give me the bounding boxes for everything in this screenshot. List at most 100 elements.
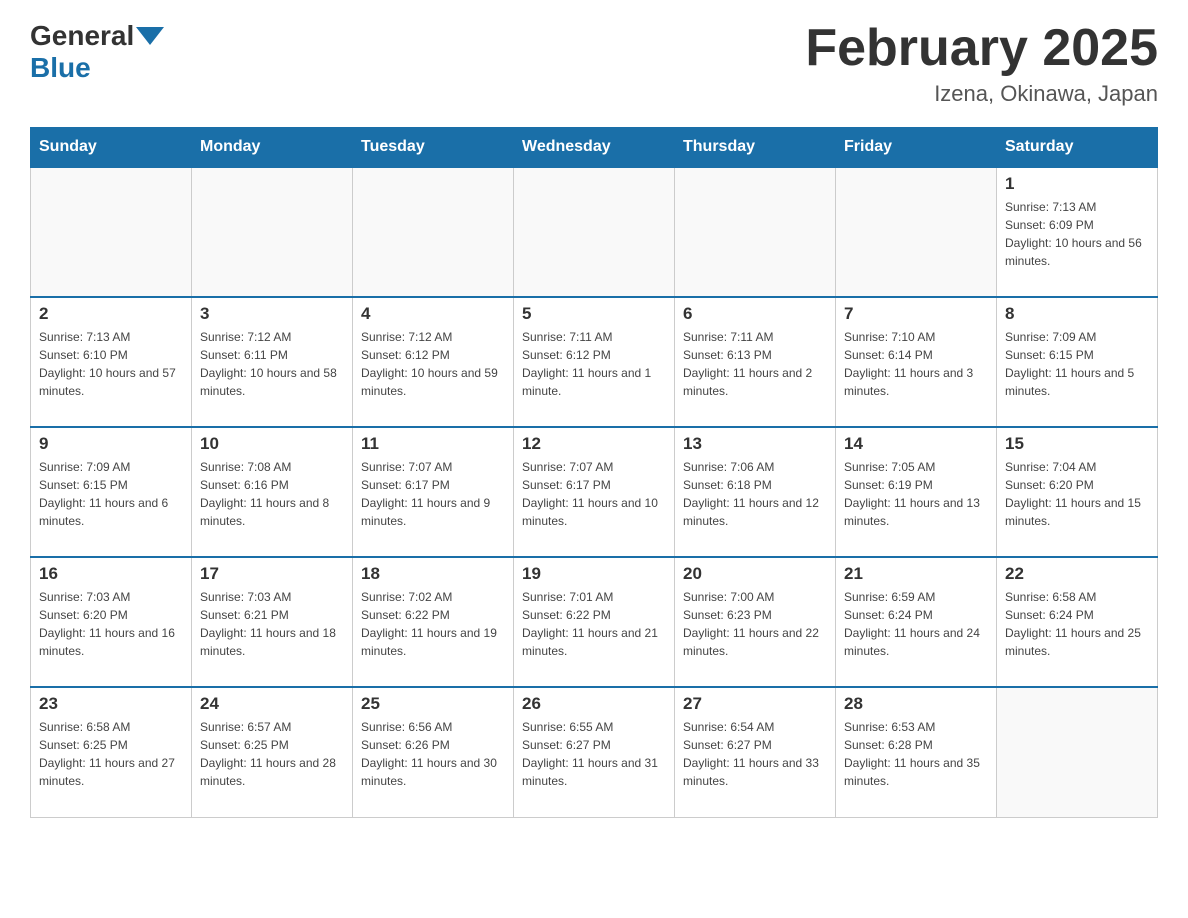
day-number: 28 xyxy=(844,694,988,714)
day-number: 9 xyxy=(39,434,183,454)
day-number: 25 xyxy=(361,694,505,714)
day-number: 27 xyxy=(683,694,827,714)
weekday-header-row: SundayMondayTuesdayWednesdayThursdayFrid… xyxy=(31,128,1158,168)
day-number: 11 xyxy=(361,434,505,454)
day-cell: 21 Sunrise: 6:59 AMSunset: 6:24 PMDayligh… xyxy=(836,557,997,687)
location-title: Izena, Okinawa, Japan xyxy=(805,81,1158,107)
day-info: Sunrise: 6:55 AMSunset: 6:27 PMDaylight:… xyxy=(522,718,666,790)
day-info: Sunrise: 6:58 AMSunset: 6:24 PMDaylight:… xyxy=(1005,588,1149,660)
day-number: 8 xyxy=(1005,304,1149,324)
day-number: 20 xyxy=(683,564,827,584)
day-number: 5 xyxy=(522,304,666,324)
day-info: Sunrise: 7:06 AMSunset: 6:18 PMDaylight:… xyxy=(683,458,827,530)
month-title: February 2025 xyxy=(805,20,1158,77)
day-cell: 3Sunrise: 7:12 AMSunset: 6:11 PMDaylight… xyxy=(192,297,353,427)
day-cell: 8 Sunrise: 7:09 AMSunset: 6:15 PMDaylight… xyxy=(997,297,1158,427)
day-info: Sunrise: 7:13 AMSunset: 6:09 PMDaylight:… xyxy=(1005,198,1149,270)
weekday-header-thursday: Thursday xyxy=(675,128,836,168)
day-cell: 22 Sunrise: 6:58 AMSunset: 6:24 PMDayligh… xyxy=(997,557,1158,687)
calendar-table: SundayMondayTuesdayWednesdayThursdayFrid… xyxy=(30,127,1158,818)
day-cell: 20 Sunrise: 7:00 AMSunset: 6:23 PMDayligh… xyxy=(675,557,836,687)
day-cell: 6 Sunrise: 7:11 AMSunset: 6:13 PMDaylight… xyxy=(675,297,836,427)
day-cell: 17 Sunrise: 7:03 AMSunset: 6:21 PMDayligh… xyxy=(192,557,353,687)
day-number: 19 xyxy=(522,564,666,584)
week-row-2: 2 Sunrise: 7:13 AMSunset: 6:10 PMDaylight… xyxy=(31,297,1158,427)
day-info: Sunrise: 6:54 AMSunset: 6:27 PMDaylight:… xyxy=(683,718,827,790)
day-cell xyxy=(836,167,997,297)
day-cell: 16Sunrise: 7:03 AMSunset: 6:20 PMDayligh… xyxy=(31,557,192,687)
day-info: Sunrise: 7:05 AMSunset: 6:19 PMDaylight:… xyxy=(844,458,988,530)
day-number: 2 xyxy=(39,304,183,324)
day-info: Sunrise: 7:11 AMSunset: 6:12 PMDaylight:… xyxy=(522,328,666,400)
day-cell: 25Sunrise: 6:56 AMSunset: 6:26 PMDayligh… xyxy=(353,687,514,817)
day-cell: 1 Sunrise: 7:13 AMSunset: 6:09 PMDaylight… xyxy=(997,167,1158,297)
week-row-3: 9 Sunrise: 7:09 AMSunset: 6:15 PMDaylight… xyxy=(31,427,1158,557)
day-info: Sunrise: 7:09 AMSunset: 6:15 PMDaylight:… xyxy=(39,458,183,530)
day-info: Sunrise: 7:03 AMSunset: 6:20 PMDaylight:… xyxy=(39,588,183,660)
day-cell: 5 Sunrise: 7:11 AMSunset: 6:12 PMDaylight… xyxy=(514,297,675,427)
day-info: Sunrise: 7:11 AMSunset: 6:13 PMDaylight:… xyxy=(683,328,827,400)
day-info: Sunrise: 6:58 AMSunset: 6:25 PMDaylight:… xyxy=(39,718,183,790)
day-number: 1 xyxy=(1005,174,1149,194)
day-cell: 28 Sunrise: 6:53 AMSunset: 6:28 PMDayligh… xyxy=(836,687,997,817)
day-info: Sunrise: 6:53 AMSunset: 6:28 PMDaylight:… xyxy=(844,718,988,790)
day-cell: 19 Sunrise: 7:01 AMSunset: 6:22 PMDayligh… xyxy=(514,557,675,687)
day-cell xyxy=(353,167,514,297)
day-info: Sunrise: 7:07 AMSunset: 6:17 PMDaylight:… xyxy=(522,458,666,530)
day-cell xyxy=(192,167,353,297)
day-cell: 26 Sunrise: 6:55 AMSunset: 6:27 PMDayligh… xyxy=(514,687,675,817)
title-block: February 2025 Izena, Okinawa, Japan xyxy=(805,20,1158,107)
day-cell: 14Sunrise: 7:05 AMSunset: 6:19 PMDayligh… xyxy=(836,427,997,557)
day-cell: 23 Sunrise: 6:58 AMSunset: 6:25 PMDayligh… xyxy=(31,687,192,817)
day-info: Sunrise: 7:10 AMSunset: 6:14 PMDaylight:… xyxy=(844,328,988,400)
day-cell: 13 Sunrise: 7:06 AMSunset: 6:18 PMDayligh… xyxy=(675,427,836,557)
day-info: Sunrise: 6:59 AMSunset: 6:24 PMDaylight:… xyxy=(844,588,988,660)
day-number: 3 xyxy=(200,304,344,324)
weekday-header-wednesday: Wednesday xyxy=(514,128,675,168)
logo-blue: Blue xyxy=(30,52,91,84)
day-info: Sunrise: 7:02 AMSunset: 6:22 PMDaylight:… xyxy=(361,588,505,660)
day-cell: 2 Sunrise: 7:13 AMSunset: 6:10 PMDaylight… xyxy=(31,297,192,427)
day-number: 10 xyxy=(200,434,344,454)
weekday-header-saturday: Saturday xyxy=(997,128,1158,168)
day-info: Sunrise: 7:03 AMSunset: 6:21 PMDaylight:… xyxy=(200,588,344,660)
day-number: 26 xyxy=(522,694,666,714)
day-number: 21 xyxy=(844,564,988,584)
day-cell: 9 Sunrise: 7:09 AMSunset: 6:15 PMDaylight… xyxy=(31,427,192,557)
day-number: 7 xyxy=(844,304,988,324)
day-info: Sunrise: 7:01 AMSunset: 6:22 PMDaylight:… xyxy=(522,588,666,660)
day-info: Sunrise: 7:09 AMSunset: 6:15 PMDaylight:… xyxy=(1005,328,1149,400)
day-number: 6 xyxy=(683,304,827,324)
day-number: 13 xyxy=(683,434,827,454)
day-cell xyxy=(31,167,192,297)
weekday-header-tuesday: Tuesday xyxy=(353,128,514,168)
day-cell: 4 Sunrise: 7:12 AMSunset: 6:12 PMDaylight… xyxy=(353,297,514,427)
day-cell: 11 Sunrise: 7:07 AMSunset: 6:17 PMDayligh… xyxy=(353,427,514,557)
week-row-5: 23 Sunrise: 6:58 AMSunset: 6:25 PMDayligh… xyxy=(31,687,1158,817)
day-cell: 27 Sunrise: 6:54 AMSunset: 6:27 PMDayligh… xyxy=(675,687,836,817)
day-number: 18 xyxy=(361,564,505,584)
day-number: 23 xyxy=(39,694,183,714)
day-cell: 24Sunrise: 6:57 AMSunset: 6:25 PMDayligh… xyxy=(192,687,353,817)
week-row-1: 1 Sunrise: 7:13 AMSunset: 6:09 PMDaylight… xyxy=(31,167,1158,297)
day-cell xyxy=(997,687,1158,817)
day-cell: 7 Sunrise: 7:10 AMSunset: 6:14 PMDaylight… xyxy=(836,297,997,427)
day-cell: 18 Sunrise: 7:02 AMSunset: 6:22 PMDayligh… xyxy=(353,557,514,687)
day-info: Sunrise: 7:13 AMSunset: 6:10 PMDaylight:… xyxy=(39,328,183,400)
weekday-header-sunday: Sunday xyxy=(31,128,192,168)
day-info: Sunrise: 7:00 AMSunset: 6:23 PMDaylight:… xyxy=(683,588,827,660)
day-number: 4 xyxy=(361,304,505,324)
day-number: 17 xyxy=(200,564,344,584)
day-cell: 10 Sunrise: 7:08 AMSunset: 6:16 PMDayligh… xyxy=(192,427,353,557)
day-number: 22 xyxy=(1005,564,1149,584)
day-number: 12 xyxy=(522,434,666,454)
logo: General Blue xyxy=(30,20,166,84)
day-cell xyxy=(514,167,675,297)
weekday-header-friday: Friday xyxy=(836,128,997,168)
logo-arrow-icon xyxy=(136,27,164,45)
week-row-4: 16Sunrise: 7:03 AMSunset: 6:20 PMDayligh… xyxy=(31,557,1158,687)
logo-text: General xyxy=(30,20,166,52)
day-info: Sunrise: 7:07 AMSunset: 6:17 PMDaylight:… xyxy=(361,458,505,530)
day-info: Sunrise: 7:12 AMSunset: 6:12 PMDaylight:… xyxy=(361,328,505,400)
day-info: Sunrise: 7:08 AMSunset: 6:16 PMDaylight:… xyxy=(200,458,344,530)
